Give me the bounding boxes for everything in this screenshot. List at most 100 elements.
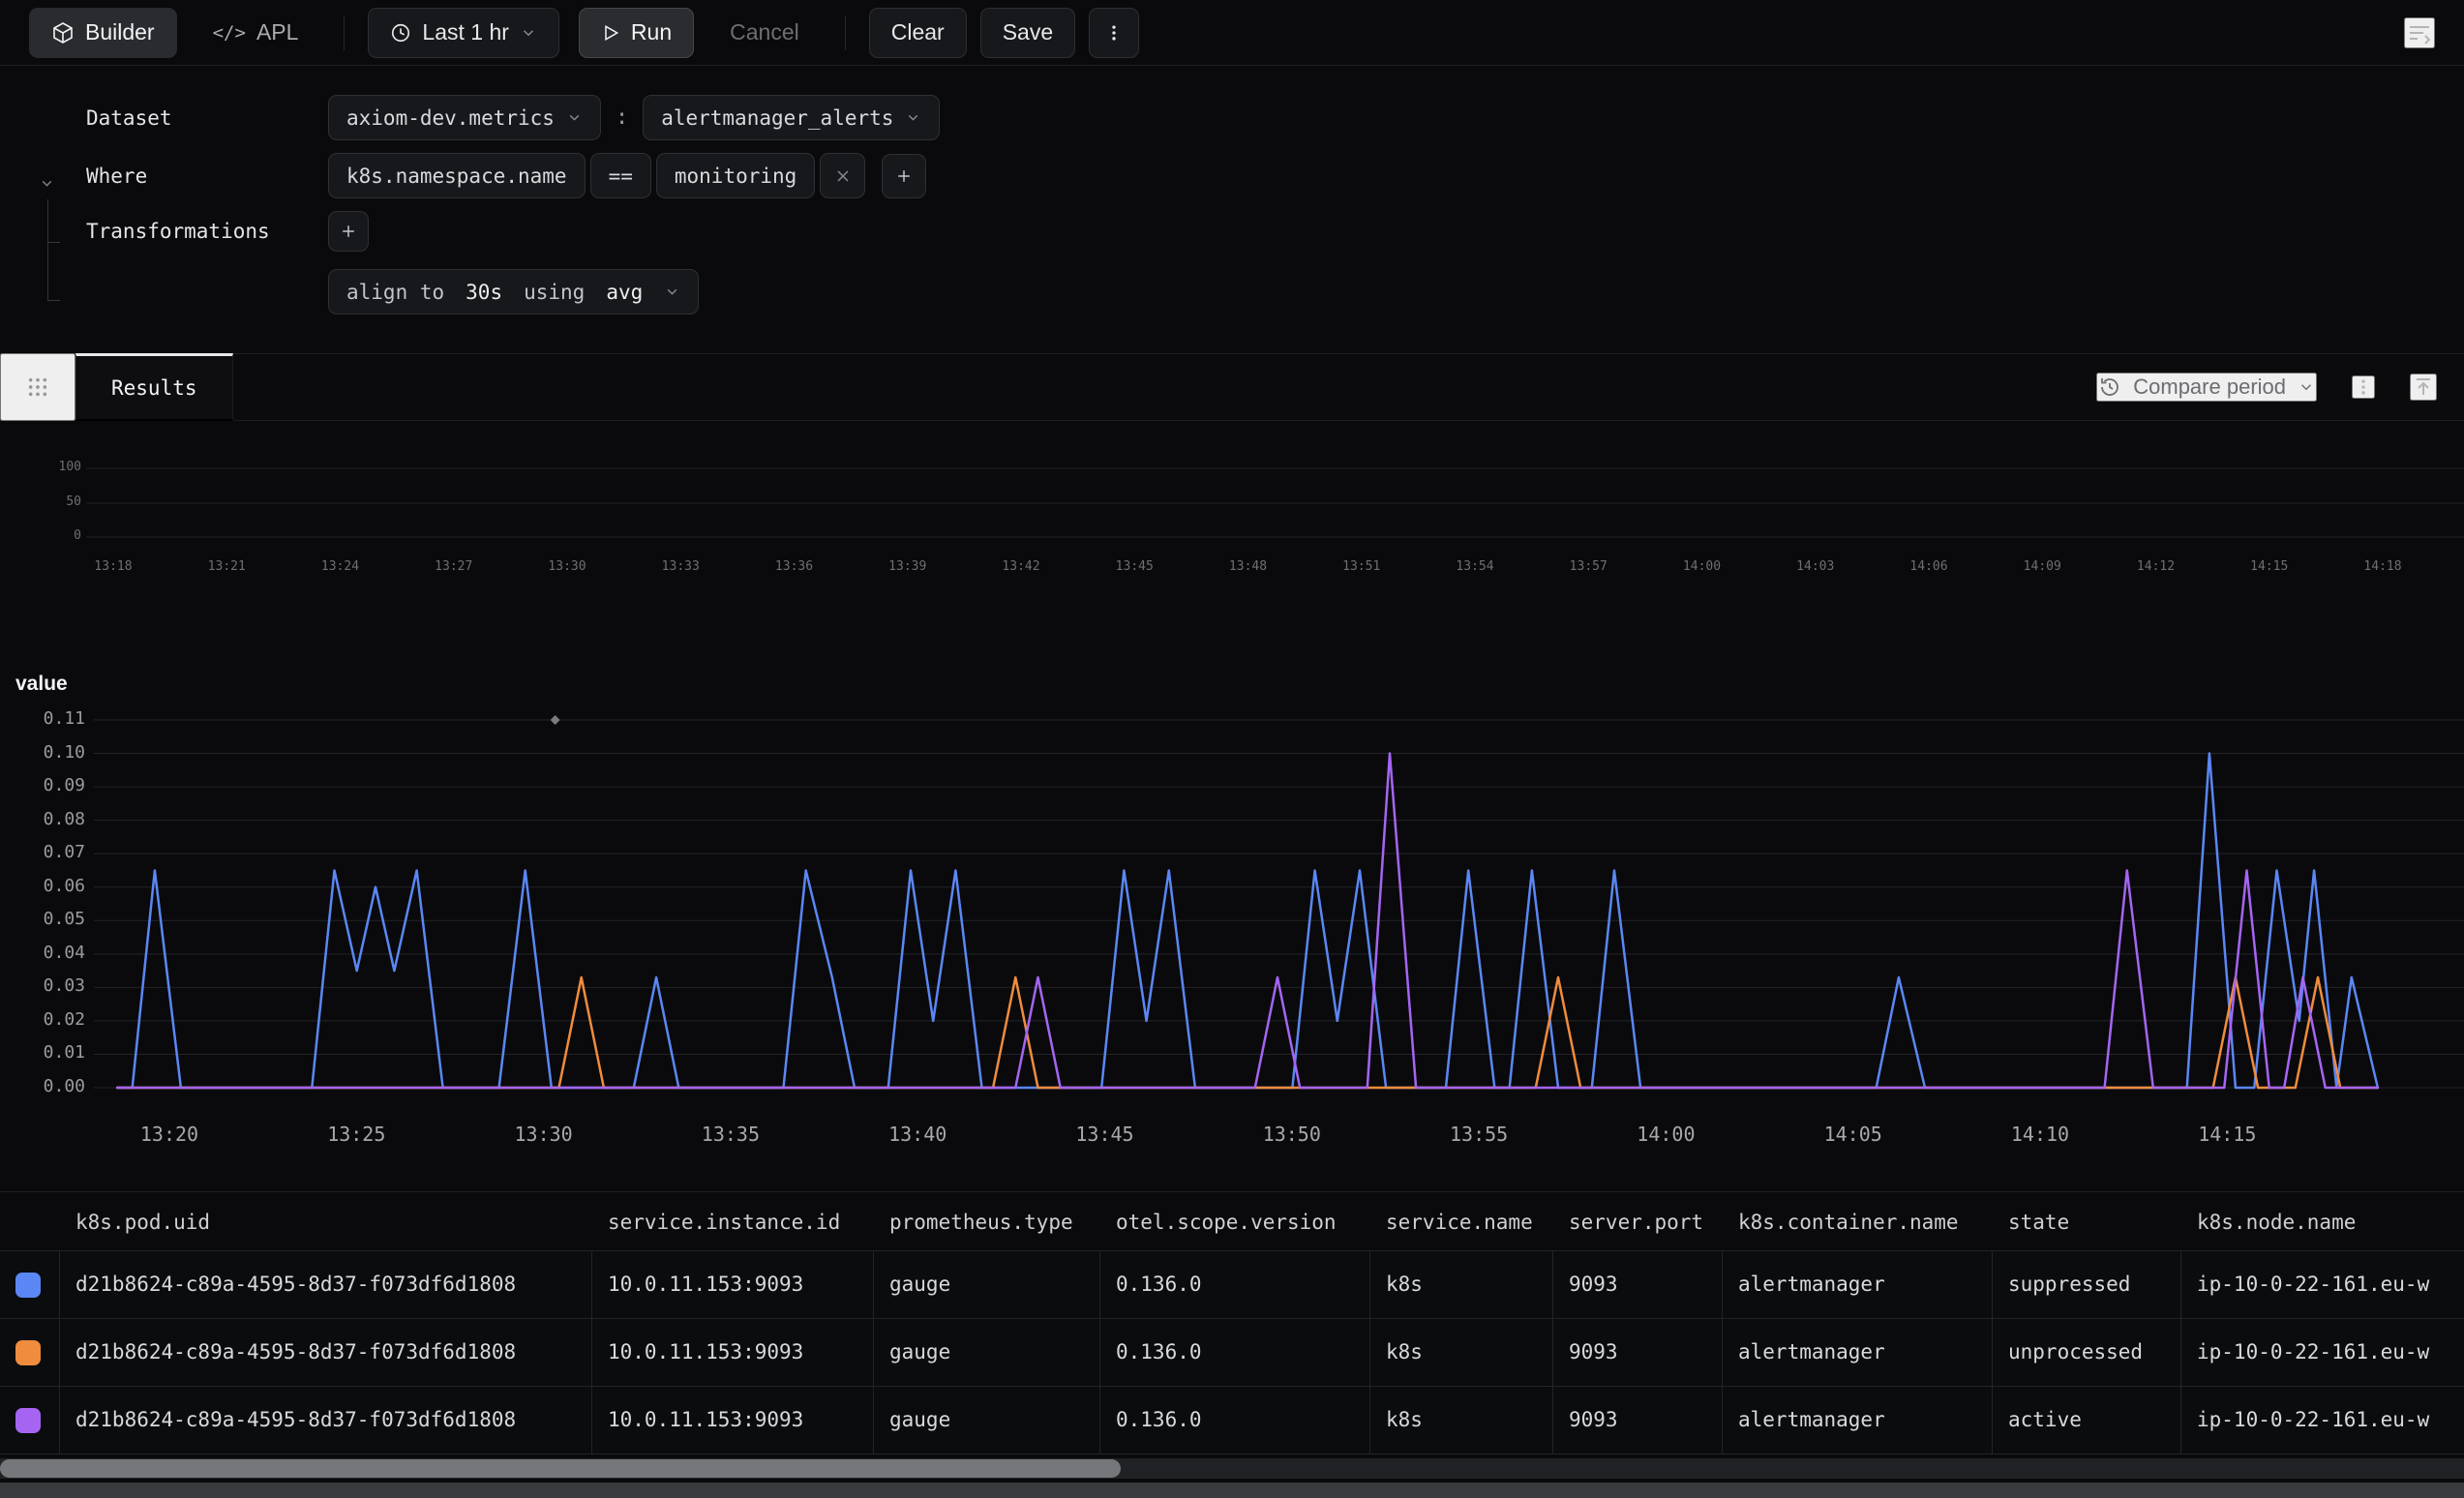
mini-x-tick: 14:06 [1909, 559, 1947, 574]
main-y-tick: 0.11 [8, 708, 85, 729]
table-cell: k8s [1370, 1319, 1553, 1386]
filter-field-chip[interactable]: k8s.namespace.name [328, 153, 586, 198]
save-button[interactable]: Save [980, 8, 1075, 58]
table-header-cell: k8s.pod.uid [60, 1192, 592, 1250]
run-button[interactable]: Run [579, 8, 694, 58]
series-line-unprocessed [117, 977, 2378, 1088]
results-options-button[interactable] [2352, 375, 2375, 399]
code-icon: </> [213, 22, 246, 44]
save-label: Save [1003, 19, 1053, 45]
filter-value-chip[interactable]: monitoring [656, 153, 815, 198]
mini-x-tick: 13:21 [208, 559, 246, 574]
table-cell: alertmanager [1723, 1319, 1993, 1386]
cancel-label: Cancel [730, 19, 799, 45]
table-cell: ip-10-0-22-161.eu-w [2181, 1251, 2464, 1318]
align-middle: using [524, 281, 585, 304]
value-chart[interactable]: value 0.110.100.090.080.070.060.050.040.… [0, 668, 2464, 1181]
series-color-swatch[interactable] [15, 1408, 41, 1433]
mini-chart-svg [0, 435, 2464, 552]
mini-y-tick: 100 [0, 460, 81, 474]
mini-x-tick: 13:48 [1229, 559, 1267, 574]
align-interval: 30s [466, 281, 502, 304]
clock-icon [390, 22, 411, 44]
add-transformation-button[interactable] [328, 211, 369, 252]
mini-x-tick: 14:03 [1796, 559, 1834, 574]
metric-select[interactable]: alertmanager_alerts [643, 95, 940, 140]
time-range-dropdown[interactable]: Last 1 hr [368, 8, 559, 58]
clear-button[interactable]: Clear [869, 8, 967, 58]
table-cell: 9093 [1553, 1251, 1723, 1318]
table-cell: 9093 [1553, 1387, 1723, 1453]
table-header-cell: prometheus.type [874, 1192, 1100, 1250]
table-cell-swatch [0, 1387, 60, 1453]
overview-timeline-chart[interactable]: 100500 13:1813:2113:2413:2713:3013:3313:… [0, 435, 2464, 595]
table-cell: suppressed [1993, 1251, 2181, 1318]
filter-operator-value: == [609, 165, 633, 188]
tab-results[interactable]: Results [75, 353, 233, 421]
horizontal-scrollbar-track[interactable] [0, 1458, 2464, 1479]
main-x-tick: 14:05 [1824, 1123, 1882, 1146]
table-header-cell: k8s.container.name [1723, 1192, 1993, 1250]
dataset-value: axiom-dev.metrics [346, 106, 555, 130]
compare-period-label: Compare period [2133, 374, 2286, 400]
plus-icon [339, 222, 358, 241]
table-header-cell: server.port [1553, 1192, 1723, 1250]
mini-x-tick: 13:36 [775, 559, 813, 574]
table-cell: active [1993, 1387, 2181, 1453]
series-color-swatch[interactable] [15, 1273, 41, 1298]
series-color-swatch[interactable] [15, 1340, 41, 1365]
table-row[interactable]: d21b8624-c89a-4595-8d37-f073df6d180810.0… [0, 1319, 2464, 1387]
main-y-tick: 0.10 [8, 742, 85, 763]
main-y-tick: 0.03 [8, 975, 85, 996]
collapse-panel-button[interactable] [2410, 374, 2437, 401]
builder-tab-button[interactable]: Builder [29, 8, 177, 58]
panel-layout-button[interactable] [0, 353, 75, 421]
cube-icon [51, 21, 75, 45]
toolbar: Builder </> APL Last 1 hr Run Cancel [0, 0, 2464, 66]
apl-tab-button[interactable]: </> APL [191, 8, 321, 58]
table-header-cell: otel.scope.version [1100, 1192, 1370, 1250]
filter-list-icon [2406, 19, 2433, 46]
chevron-down-icon [664, 284, 680, 300]
grid-dots-icon [27, 376, 48, 398]
mini-x-tick: 14:18 [2363, 559, 2401, 574]
compare-period-button[interactable]: Compare period [2096, 373, 2317, 402]
main-x-tick: 14:00 [1637, 1123, 1695, 1146]
table-header-swatch-spacer [0, 1192, 60, 1250]
horizontal-scrollbar-thumb[interactable] [0, 1459, 1121, 1478]
mini-x-tick: 13:45 [1116, 559, 1154, 574]
table-cell: alertmanager [1723, 1387, 1993, 1453]
time-range-label: Last 1 hr [422, 19, 509, 45]
cancel-button[interactable]: Cancel [707, 8, 822, 58]
mini-x-tick: 14:09 [2024, 559, 2061, 574]
metric-value: alertmanager_alerts [661, 106, 893, 130]
dataset-select[interactable]: axiom-dev.metrics [328, 95, 601, 140]
table-cell: gauge [874, 1319, 1100, 1386]
table-cell-swatch [0, 1319, 60, 1386]
mini-x-tick: 13:57 [1570, 559, 1608, 574]
main-y-tick: 0.08 [8, 809, 85, 829]
page-scrollbar[interactable] [0, 1483, 2464, 1498]
remove-filter-button[interactable] [820, 153, 865, 198]
mini-x-tick: 13:51 [1342, 559, 1380, 574]
filter-operator-chip[interactable]: == [590, 153, 651, 198]
add-filter-button[interactable] [882, 154, 926, 198]
query-list-button[interactable] [2404, 17, 2435, 48]
table-row[interactable]: d21b8624-c89a-4595-8d37-f073df6d180810.0… [0, 1387, 2464, 1454]
table-row[interactable]: d21b8624-c89a-4595-8d37-f073df6d180810.0… [0, 1251, 2464, 1319]
dataset-metric-separator: : [616, 105, 628, 130]
main-y-tick: 0.05 [8, 909, 85, 929]
more-options-button[interactable] [1089, 8, 1139, 58]
chevron-down-icon [566, 109, 583, 126]
where-label: Where [86, 165, 328, 188]
chart-marker-dot [551, 715, 560, 725]
play-icon [601, 23, 620, 43]
main-x-tick: 13:40 [888, 1123, 947, 1146]
align-settings-chip[interactable]: align to 30s using avg [328, 269, 699, 315]
table-cell: ip-10-0-22-161.eu-w [2181, 1319, 2464, 1386]
main-x-tick: 13:45 [1075, 1123, 1133, 1146]
mini-x-tick: 14:00 [1683, 559, 1721, 574]
align-prefix: align to [346, 281, 444, 304]
main-x-tick: 13:20 [140, 1123, 198, 1146]
query-builder: Dataset axiom-dev.metrics : alertmanager… [0, 66, 2464, 353]
